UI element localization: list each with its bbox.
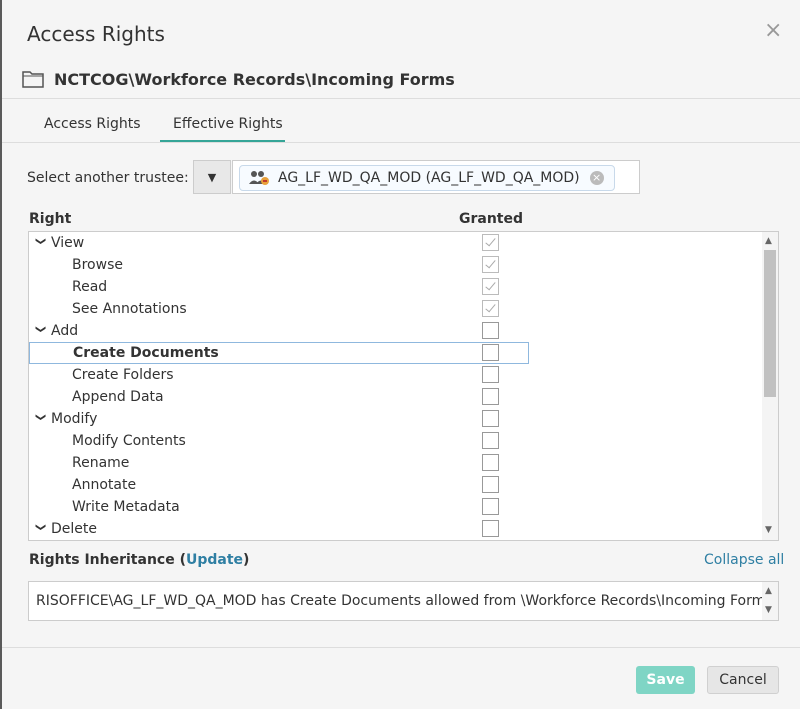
tabs-divider (2, 142, 800, 143)
chevron-down-icon[interactable]: ❯ (29, 523, 51, 535)
tree-row-label: Modify Contents (72, 433, 186, 449)
tree-row-label: Delete (51, 521, 97, 537)
tree-scrollbar[interactable]: ▲ ▼ (762, 232, 778, 540)
granted-checkbox[interactable] (482, 476, 499, 493)
trustee-label: Select another trustee: (27, 170, 189, 186)
tree-row-label: Rename (72, 455, 130, 471)
scroll-up-icon[interactable]: ▲ (765, 236, 772, 246)
folder-icon (22, 71, 44, 88)
close-paren: ) (243, 552, 250, 568)
granted-checkbox[interactable] (482, 344, 499, 361)
tree-row-browse[interactable]: Browse (29, 254, 762, 276)
tree-row-append-data[interactable]: Append Data (29, 386, 762, 408)
granted-checkbox[interactable] (482, 256, 499, 273)
tree-row-annotate[interactable]: Annotate (29, 474, 762, 496)
tree-row-view[interactable]: ❯ View (29, 232, 762, 254)
granted-checkbox[interactable] (482, 520, 499, 537)
entry-path: NCTCOG\Workforce Records\Incoming Forms (22, 66, 455, 92)
tree-row-read[interactable]: Read (29, 276, 762, 298)
collapse-all-link[interactable]: Collapse all (704, 552, 784, 568)
inheritance-textbox[interactable]: RISOFFICE\AG_LF_WD_QA_MOD has Create Doc… (28, 581, 779, 621)
caret-down-icon: ▼ (207, 170, 217, 184)
divider (2, 98, 800, 99)
scroll-down-icon[interactable]: ▼ (765, 525, 772, 535)
chevron-down-icon[interactable]: ❯ (29, 237, 51, 249)
tree-row-delete[interactable]: ❯ Delete (29, 518, 762, 540)
granted-checkbox[interactable] (482, 454, 499, 471)
cancel-button[interactable]: Cancel (707, 666, 779, 694)
chevron-down-icon[interactable]: ❯ (29, 325, 51, 337)
tab-effective-rights[interactable]: Effective Rights (173, 116, 283, 132)
tab-access-rights[interactable]: Access Rights (44, 116, 141, 132)
close-icon[interactable]: × (764, 19, 782, 43)
update-link[interactable]: Update (186, 552, 243, 568)
tree-row-label: Create Folders (72, 367, 174, 383)
rights-inheritance-label: Rights Inheritance (Update) (29, 552, 249, 568)
path-text: NCTCOG\Workforce Records\Incoming Forms (54, 69, 455, 89)
inheritance-title: Rights Inheritance (29, 552, 175, 568)
granted-checkbox[interactable] (482, 498, 499, 515)
scroll-down-icon[interactable]: ▼ (765, 605, 772, 615)
scrollbar-thumb[interactable] (764, 250, 776, 397)
tree-row-modify-contents[interactable]: Modify Contents (29, 430, 762, 452)
tree-row-label: Annotate (72, 477, 137, 493)
granted-checkbox[interactable] (482, 322, 499, 339)
tree-row-add[interactable]: ❯ Add (29, 320, 762, 342)
tree-row-label: Append Data (72, 389, 164, 405)
granted-checkbox[interactable] (482, 278, 499, 295)
trustee-input[interactable]: AG_LF_WD_QA_MOD (AG_LF_WD_QA_MOD) × (232, 160, 640, 194)
tree-row-create-documents[interactable]: Create Documents (29, 342, 529, 364)
scroll-up-icon[interactable]: ▲ (765, 586, 772, 596)
tree-row-create-folders[interactable]: Create Folders (29, 364, 762, 386)
tree-row-label: Browse (72, 257, 123, 273)
tree-row-label: Add (51, 323, 79, 339)
granted-checkbox[interactable] (482, 234, 499, 251)
tree-row-modify[interactable]: ❯ Modify (29, 408, 762, 430)
chevron-down-icon[interactable]: ❯ (29, 413, 51, 425)
granted-checkbox[interactable] (482, 388, 499, 405)
trustee-dropdown-button[interactable]: ▼ (193, 160, 231, 194)
tree-row-label: View (51, 235, 85, 251)
granted-checkbox[interactable] (482, 432, 499, 449)
column-header-granted: Granted (459, 211, 524, 227)
tree-row-write-metadata[interactable]: Write Metadata (29, 496, 762, 518)
inheritance-text: RISOFFICE\AG_LF_WD_QA_MOD has Create Doc… (36, 593, 773, 609)
remove-chip-icon[interactable]: × (589, 171, 604, 185)
tree-row-label: Create Documents (73, 345, 219, 361)
tree-row-label: Read (72, 279, 108, 295)
save-button[interactable]: Save (636, 666, 695, 694)
group-icon (249, 171, 269, 185)
dialog-title: Access Rights (27, 22, 165, 46)
access-rights-dialog: Access Rights × NCTCOG\Workforce Records… (2, 0, 800, 709)
tree-row-rename[interactable]: Rename (29, 452, 762, 474)
rights-tree: ❯ View Browse Read See Annotations ❯ Add… (28, 231, 779, 541)
granted-checkbox[interactable] (482, 410, 499, 427)
column-header-right: Right (29, 211, 72, 227)
trustee-chip-text: AG_LF_WD_QA_MOD (AG_LF_WD_QA_MOD) (278, 170, 580, 186)
footer-divider (2, 647, 800, 648)
tree-row-label: See Annotations (72, 301, 187, 317)
granted-checkbox[interactable] (482, 366, 499, 383)
granted-checkbox[interactable] (482, 300, 499, 317)
inheritance-scrollbar[interactable]: ▲ ▼ (762, 582, 778, 620)
tree-row-label: Modify (51, 411, 98, 427)
tree-row-label: Write Metadata (72, 499, 180, 515)
trustee-chip: AG_LF_WD_QA_MOD (AG_LF_WD_QA_MOD) × (239, 165, 615, 191)
tree-row-see-annotations[interactable]: See Annotations (29, 298, 762, 320)
